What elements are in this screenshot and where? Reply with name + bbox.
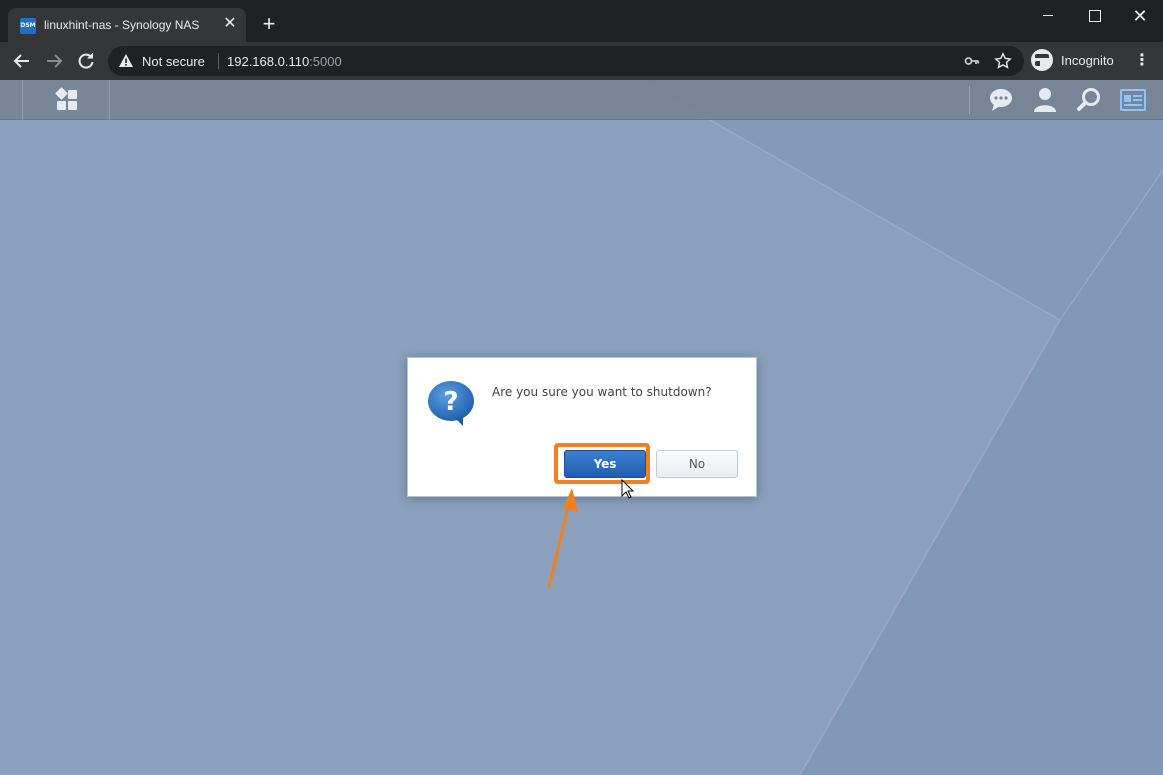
url-host: 192.168.0.110 — [227, 54, 310, 69]
window-maximize-icon[interactable] — [1082, 6, 1106, 26]
svg-text:?: ? — [443, 387, 458, 417]
bookmark-star-icon[interactable] — [994, 52, 1012, 70]
url-port: :5000 — [309, 54, 342, 69]
browser-toolbar: Not secure 192.168.0.110:5000 Incognito … — [0, 42, 1163, 80]
new-tab-icon[interactable]: + — [258, 13, 280, 35]
forward-arrow-icon[interactable] — [43, 50, 65, 72]
window-close-icon[interactable]: ✕ — [1128, 6, 1152, 26]
incognito-indicator[interactable]: Incognito — [1031, 48, 1123, 74]
browser-tab[interactable]: DSM linuxhint-nas - Synology NAS ✕ — [8, 8, 246, 42]
dsm-favicon-icon: DSM — [20, 18, 36, 34]
address-separator — [218, 53, 219, 69]
reload-icon[interactable] — [75, 50, 97, 72]
back-arrow-icon[interactable] — [11, 50, 33, 72]
tab-close-icon[interactable]: ✕ — [222, 15, 238, 33]
tab-title: linuxhint-nas - Synology NAS — [44, 18, 200, 32]
no-button[interactable]: No — [656, 450, 738, 478]
widgets-icon[interactable] — [1119, 86, 1147, 114]
browser-titlebar: DSM linuxhint-nas - Synology NAS ✕ + ✕ — [0, 0, 1163, 42]
incognito-label: Incognito — [1061, 53, 1114, 68]
key-icon[interactable] — [964, 53, 980, 69]
user-icon[interactable] — [1031, 86, 1059, 114]
warning-icon[interactable] — [118, 53, 134, 69]
main-menu-button[interactable] — [22, 80, 110, 120]
dialog-message: Are you sure you want to shutdown? — [492, 385, 712, 399]
yes-button-highlight — [554, 443, 650, 484]
browser-menu-icon[interactable]: ⋮ — [1134, 52, 1150, 70]
search-icon[interactable] — [1075, 86, 1103, 114]
message-icon[interactable] — [987, 86, 1015, 114]
security-label[interactable]: Not secure — [142, 54, 205, 69]
incognito-icon — [1031, 49, 1059, 71]
address-bar[interactable]: Not secure 192.168.0.110:5000 — [108, 46, 1024, 76]
taskbar-separator — [969, 86, 970, 114]
url-text[interactable]: 192.168.0.110:5000 — [227, 54, 342, 69]
question-icon: ? — [428, 381, 474, 426]
window-minimize-icon[interactable] — [1036, 6, 1060, 26]
main-menu-icon — [55, 87, 77, 110]
dsm-taskbar — [0, 80, 1163, 120]
